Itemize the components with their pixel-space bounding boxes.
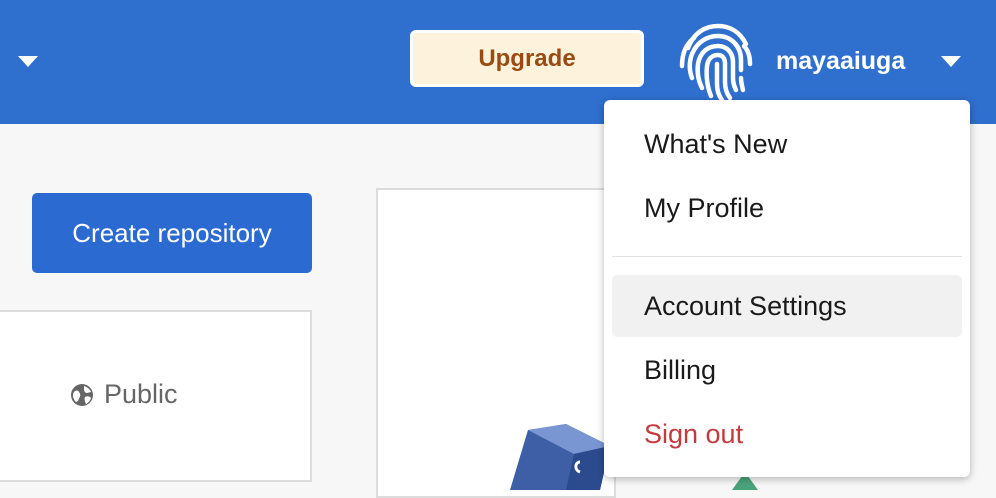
menu-item-account-settings[interactable]: Account Settings bbox=[612, 275, 962, 337]
visibility-indicator: Public bbox=[70, 379, 178, 410]
create-repository-label: Create repository bbox=[72, 217, 272, 248]
create-repository-button[interactable]: Create repository bbox=[32, 193, 312, 273]
avatar[interactable] bbox=[676, 20, 756, 103]
menu-item-label: Billing bbox=[644, 354, 717, 385]
menu-item-label: My Profile bbox=[644, 192, 765, 223]
globe-icon bbox=[71, 383, 93, 406]
menu-item-label: What's New bbox=[644, 128, 788, 159]
chevron-down-icon[interactable] bbox=[18, 56, 38, 67]
chevron-down-icon[interactable] bbox=[941, 56, 961, 67]
menu-divider bbox=[612, 256, 962, 257]
menu-item-sign-out[interactable]: Sign out bbox=[612, 403, 962, 465]
menu-item-whats-new[interactable]: What's New bbox=[612, 113, 962, 175]
menu-item-my-profile[interactable]: My Profile bbox=[612, 177, 962, 239]
upgrade-button-label: Upgrade bbox=[478, 44, 576, 72]
visibility-label: Public bbox=[104, 379, 178, 409]
user-menu-dropdown: What's New My Profile Account Settings B… bbox=[604, 100, 970, 477]
fingerprint-icon bbox=[679, 23, 753, 103]
menu-item-label: Account Settings bbox=[644, 290, 847, 321]
upgrade-button[interactable]: Upgrade bbox=[410, 30, 644, 87]
username-label[interactable]: mayaaiuga bbox=[776, 44, 905, 78]
menu-item-billing[interactable]: Billing bbox=[612, 339, 962, 401]
menu-item-label: Sign out bbox=[644, 418, 744, 449]
